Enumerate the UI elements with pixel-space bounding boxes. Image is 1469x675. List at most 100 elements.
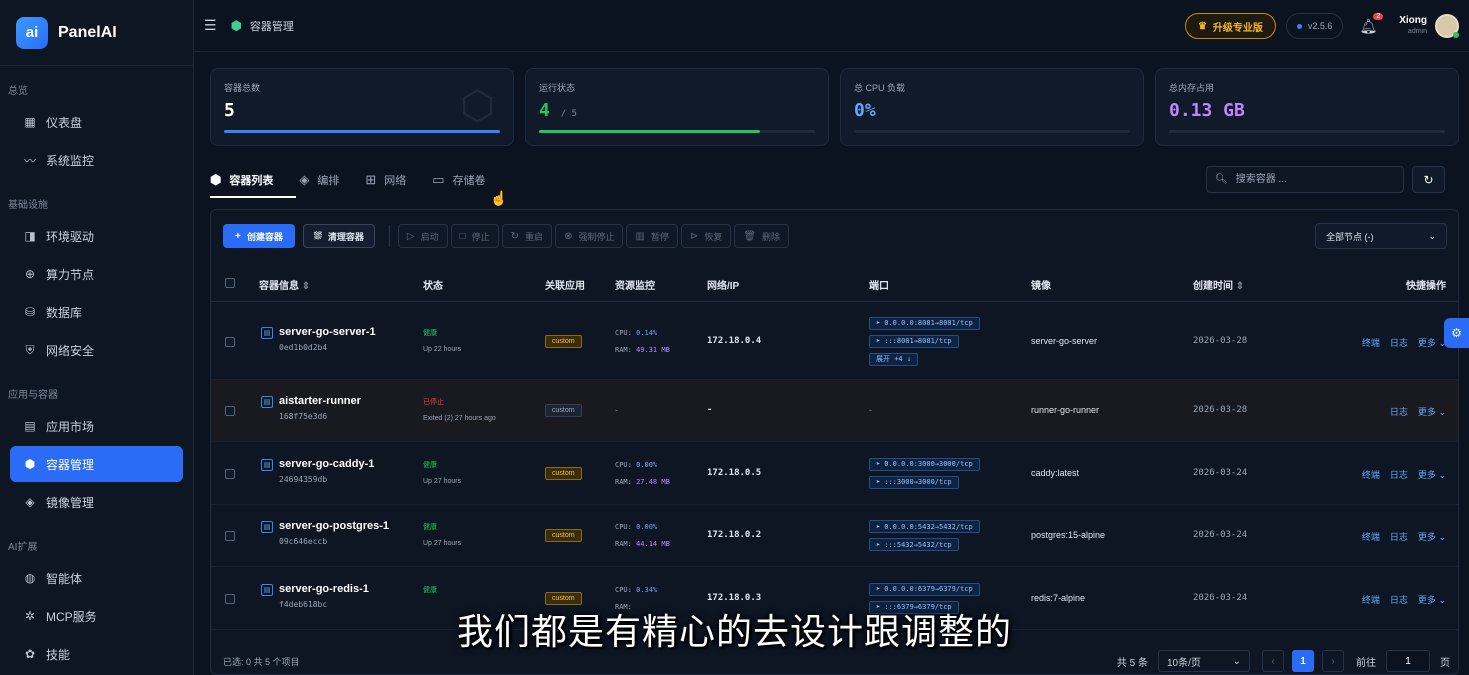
container-name[interactable]: aistarter-runner: [279, 395, 361, 407]
port-mapping[interactable]: ➤ 0.0.0.0:6379→6379/tcp: [869, 582, 980, 596]
search-input[interactable]: [1233, 173, 1394, 186]
sidebar-item[interactable]: ▤ 应用市场: [10, 408, 183, 444]
container-name[interactable]: server-go-server-1: [279, 326, 376, 338]
sidebar-item[interactable]: ◨ 环境驱动: [10, 218, 183, 254]
send-icon: ➤: [876, 337, 881, 345]
settings-float-button[interactable]: ⚙: [1444, 318, 1469, 348]
container-name[interactable]: server-go-postgres-1: [279, 520, 389, 532]
row-action-button[interactable]: 终端: [1362, 530, 1380, 543]
more-actions-button[interactable]: 更多 ⌄: [1418, 530, 1446, 543]
table-row[interactable]: ▤ aistarter-runner 168f75e3d6 已停止 Exited…: [211, 380, 1458, 442]
upgrade-pro-button[interactable]: ♛ 升级专业版: [1184, 13, 1276, 39]
tab[interactable]: ◈ 编排: [299, 172, 339, 188]
sidebar-item[interactable]: ▦ 仪表盘: [10, 104, 183, 140]
image-name: server-go-server: [1031, 335, 1098, 346]
node-select[interactable]: 全部节点 (-) ⌄: [1315, 223, 1447, 249]
mouse-cursor-icon: ☝: [490, 190, 508, 206]
port-mapping[interactable]: ➤ 0.0.0.0:5432→5432/tcp: [869, 520, 980, 533]
tab-label: 网络: [384, 175, 407, 187]
stat-label: 总内存占用: [1169, 83, 1215, 93]
more-actions-button[interactable]: 更多 ⌄: [1418, 336, 1446, 349]
tab[interactable]: ⊞ 网络: [365, 172, 406, 188]
row-action-button[interactable]: 终端: [1362, 468, 1380, 481]
send-icon: ➤: [876, 319, 881, 327]
disk-icon: ▭: [432, 172, 445, 187]
sidebar-item-label: 环境驱动: [46, 229, 95, 244]
row-action-button[interactable]: 日志: [1390, 336, 1408, 349]
created-date: 2026-03-28: [1193, 405, 1248, 415]
notification-bell-icon[interactable]: 🔔︎ 2: [1359, 12, 1384, 35]
app-cell: custom: [545, 466, 582, 480]
sidebar-item[interactable]: ⊕ 算力节点: [10, 256, 183, 292]
stat-value: 5: [224, 100, 500, 121]
table-row[interactable]: ▤ server-go-server-1 0ed1b0d2b4 健康 Up 22…: [211, 303, 1458, 380]
resource-cell: CPU: 0.14% RAM: 49.31 MB: [615, 325, 670, 359]
row-checkbox[interactable]: [225, 593, 235, 604]
start-button[interactable]: ▷ 启动: [397, 224, 448, 248]
send-icon: ➤: [876, 522, 881, 531]
send-icon: ➤: [876, 460, 881, 468]
more-actions-button[interactable]: 更多 ⌄: [1418, 405, 1446, 418]
cpu-value: 0.34%: [636, 585, 658, 594]
app-cell: custom: [545, 334, 582, 348]
port-mapping[interactable]: ➤:::5432→5432/tcp: [869, 538, 959, 551]
tab[interactable]: ▭ 存储卷: [432, 172, 485, 188]
restart-icon: ↻: [510, 230, 520, 242]
upgrade-pro-label: 升级专业版: [1212, 22, 1263, 34]
container-name[interactable]: server-go-caddy-1: [279, 458, 374, 470]
header-info[interactable]: 容器信息 ⇕: [259, 277, 310, 292]
sidebar-item[interactable]: ⛨ 网络安全: [10, 332, 183, 368]
brand[interactable]: ai PanelAI: [0, 0, 193, 66]
refresh-button[interactable]: ↻: [1412, 166, 1445, 193]
sidebar-item[interactable]: 〰系统监控: [10, 142, 183, 178]
tab[interactable]: ⬢ 容器列表: [210, 172, 273, 188]
action-label: 日志: [1389, 407, 1408, 417]
header-created[interactable]: 创建时间 ⇕: [1193, 277, 1244, 292]
row-checkbox[interactable]: [225, 468, 235, 479]
row-action-button[interactable]: 日志: [1390, 468, 1408, 481]
pause-icon: ▥: [635, 230, 645, 242]
resume-button[interactable]: ⊳ 恢复: [680, 224, 732, 248]
port-mapping[interactable]: ➤:::8081→8081/tcp: [869, 334, 959, 348]
force-stop-button[interactable]: ⊗ 强制停止: [555, 224, 624, 248]
table-row[interactable]: ▤ server-go-caddy-1 24694359db 健康 Up 27 …: [211, 442, 1458, 505]
user-info[interactable]: Xiong admin: [1399, 15, 1427, 37]
port-mapping[interactable]: ➤ 0.0.0.0:3000→3000/tcp: [869, 457, 980, 471]
row-action-button[interactable]: 日志: [1390, 530, 1408, 543]
more-actions-button[interactable]: 更多 ⌄: [1418, 468, 1446, 481]
sidebar-item[interactable]: ◍ 智能体: [10, 560, 183, 596]
sidebar-item-label: 应用市场: [46, 419, 95, 434]
row-checkbox[interactable]: [225, 336, 235, 347]
port-mapping[interactable]: ➤:::3000→3000/tcp: [869, 475, 959, 489]
container-name[interactable]: server-go-redis-1: [279, 583, 369, 595]
port-mapping[interactable]: ➤ 0.0.0.0:8081→8081/tcp: [869, 316, 980, 330]
delete-button[interactable]: 🗑︎ 删除: [734, 224, 790, 248]
row-checkbox[interactable]: [225, 406, 235, 416]
stat-value: 0.13 GB: [1169, 100, 1445, 121]
row-action-button[interactable]: 终端: [1362, 336, 1380, 349]
cpu-value: 0.00%: [636, 460, 658, 469]
create-container-button[interactable]: + 创建容器: [223, 224, 295, 248]
pause-button[interactable]: ▥ 暂停: [626, 224, 678, 248]
clean-container-button[interactable]: ⛆ 清理容器: [302, 224, 375, 248]
sidebar-item-label: 系统监控: [46, 153, 95, 168]
avatar[interactable]: [1435, 14, 1459, 38]
breadcrumb[interactable]: 容器管理: [250, 18, 294, 34]
send-icon: ➤: [876, 478, 881, 486]
sidebar-item[interactable]: ⛁ 数据库: [10, 294, 183, 330]
header-app: 关联应用: [545, 281, 585, 292]
table-row[interactable]: ▤ server-go-postgres-1 09c646eccb 健康 Up …: [211, 505, 1458, 567]
sidebar-item[interactable]: ◈ 镜像管理: [10, 484, 183, 520]
version-badge[interactable]: v2.5.6: [1285, 13, 1344, 39]
sidebar-item[interactable]: ⬢ 容器管理: [10, 446, 183, 482]
expand-ports-button[interactable]: 展开 +4 ↓: [869, 352, 919, 366]
action-label: 更多: [1417, 469, 1436, 480]
search-box[interactable]: 🔍︎: [1206, 166, 1404, 193]
row-checkbox[interactable]: [225, 531, 235, 541]
row-action-button[interactable]: 日志: [1390, 405, 1408, 418]
select-all-checkbox[interactable]: [225, 278, 235, 288]
menu-toggle-icon[interactable]: ☰: [204, 17, 217, 34]
restart-button[interactable]: ↻ 重启: [501, 224, 553, 248]
ram-usage: RAM: 44.14 MB: [615, 540, 670, 548]
stop-button[interactable]: □ 停止: [450, 224, 499, 248]
